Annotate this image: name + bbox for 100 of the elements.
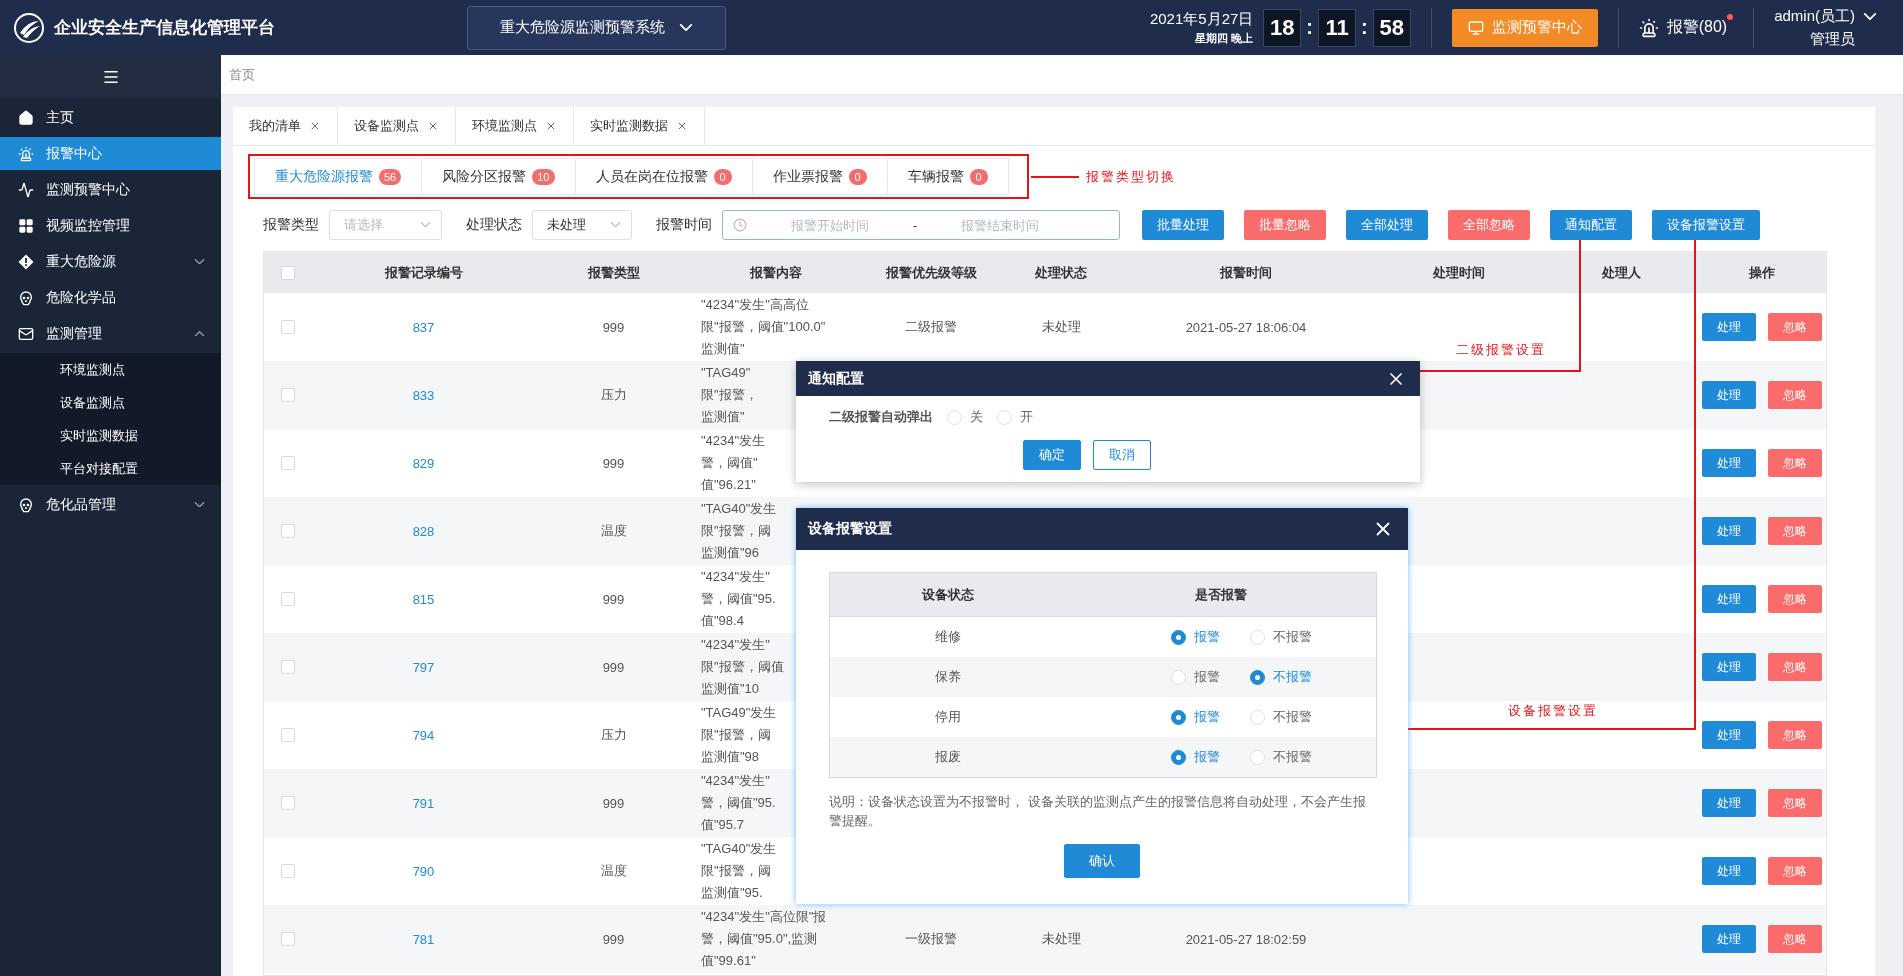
radio[interactable] — [1170, 709, 1186, 725]
ignore-button[interactable]: 忽略 — [1768, 585, 1822, 613]
handle-button[interactable]: 处理 — [1702, 381, 1756, 409]
page-tab[interactable]: 环境监测点 — [456, 107, 574, 145]
alarm-type-tab[interactable]: 风险分区报警 10 — [421, 158, 576, 195]
radio-option[interactable]: 报警 — [1170, 628, 1220, 646]
checkbox[interactable] — [280, 456, 295, 470]
field-label: 二级报警自动弹出 — [829, 408, 933, 426]
system-select[interactable]: 重大危险源监测预警系统 — [467, 5, 726, 50]
start-date-input[interactable]: 报警开始时间 — [755, 216, 905, 234]
radio-option[interactable]: 报警 — [1170, 708, 1220, 726]
sidebar-subitem[interactable]: 实时监测数据 — [0, 419, 221, 452]
checkbox[interactable] — [280, 592, 295, 606]
handle-button[interactable]: 处理 — [1702, 517, 1756, 545]
checkbox[interactable] — [280, 932, 295, 946]
record-link[interactable]: 829 — [412, 455, 435, 471]
record-link[interactable]: 837 — [412, 319, 435, 335]
confirm-button[interactable]: 确认 — [1064, 844, 1140, 878]
radio-option[interactable]: 开 — [997, 408, 1033, 426]
record-link[interactable]: 790 — [412, 863, 435, 879]
action-button[interactable]: 全部处理 — [1346, 210, 1428, 240]
record-link[interactable]: 828 — [412, 523, 435, 539]
sidebar-item[interactable]: 监测管理 — [0, 317, 221, 350]
radio-option[interactable]: 关 — [947, 408, 983, 426]
radio-option[interactable]: 不报警 — [1249, 708, 1312, 726]
page-tab[interactable]: 设备监测点 — [338, 107, 456, 145]
handle-button[interactable]: 处理 — [1702, 857, 1756, 885]
ignore-button[interactable]: 忽略 — [1768, 313, 1822, 341]
confirm-button[interactable]: 确定 — [1023, 440, 1081, 470]
select-field[interactable]: 未处理 — [532, 210, 632, 240]
action-button[interactable]: 全部忽略 — [1448, 210, 1530, 240]
radio-option[interactable]: 报警 — [1170, 748, 1220, 766]
checkbox[interactable] — [280, 660, 295, 674]
radio[interactable] — [1170, 629, 1186, 645]
sidebar-subitem[interactable]: 环境监测点 — [0, 353, 221, 386]
ignore-button[interactable]: 忽略 — [1768, 517, 1822, 545]
checkbox[interactable] — [280, 265, 295, 280]
handle-button[interactable]: 处理 — [1702, 449, 1756, 477]
sidebar-subitem[interactable]: 设备监测点 — [0, 386, 221, 419]
ignore-button[interactable]: 忽略 — [1768, 789, 1822, 817]
alarm-type-tab[interactable]: 车辆报警 0 — [886, 158, 1009, 195]
handle-button[interactable]: 处理 — [1702, 585, 1756, 613]
handle-button[interactable]: 处理 — [1702, 313, 1756, 341]
radio-option[interactable]: 不报警 — [1249, 628, 1312, 646]
record-link[interactable]: 815 — [412, 591, 435, 607]
alarm-type-tab[interactable]: 人员在岗在位报警 0 — [574, 158, 753, 195]
record-link[interactable]: 791 — [412, 795, 435, 811]
checkbox[interactable] — [280, 320, 295, 334]
radio-option[interactable]: 不报警 — [1249, 668, 1312, 686]
chevron-icon[interactable] — [1863, 12, 1877, 20]
alarm-type-tab[interactable]: 作业票报警 0 — [751, 158, 888, 195]
radio[interactable] — [1170, 749, 1186, 765]
record-link[interactable]: 794 — [412, 727, 435, 743]
handle-button[interactable]: 处理 — [1702, 653, 1756, 681]
checkbox[interactable] — [280, 524, 295, 538]
record-link[interactable]: 833 — [412, 387, 435, 403]
ignore-button[interactable]: 忽略 — [1768, 925, 1822, 953]
ignore-button[interactable]: 忽略 — [1768, 449, 1822, 477]
action-button[interactable]: 通知配置 — [1550, 210, 1632, 240]
action-button[interactable]: 批量忽略 — [1244, 210, 1326, 240]
checkbox[interactable] — [280, 388, 295, 402]
sidebar-item[interactable]: 危化品管理 — [0, 488, 221, 521]
action-button[interactable]: 设备报警设置 — [1652, 210, 1760, 240]
page-tab[interactable]: 实时监测数据 — [574, 107, 705, 145]
select-field[interactable]: 请选择 — [329, 210, 442, 240]
checkbox[interactable] — [280, 864, 295, 878]
radio[interactable] — [1249, 669, 1265, 685]
handle-button[interactable]: 处理 — [1702, 721, 1756, 749]
sidebar-item[interactable]: 视频监控管理 — [0, 209, 221, 242]
sidebar-item[interactable]: 监测预警中心 — [0, 173, 221, 206]
handle-button[interactable]: 处理 — [1702, 925, 1756, 953]
monitor-center-button[interactable]: 监测预警中心 — [1451, 8, 1598, 47]
annotation-label: 报警类型切换 — [1086, 168, 1176, 186]
sidebar-item[interactable]: 重大危险源 — [0, 245, 221, 278]
checkbox[interactable] — [280, 796, 295, 810]
breadcrumb-link[interactable]: 首页 — [229, 65, 255, 84]
handle-button[interactable]: 处理 — [1702, 789, 1756, 817]
home-icon — [18, 109, 34, 126]
record-link[interactable]: 797 — [412, 659, 435, 675]
sidebar-item[interactable]: 危险化学品 — [0, 281, 221, 314]
cancel-button[interactable]: 取消 — [1093, 440, 1151, 470]
alarm-link[interactable]: 报警(80) — [1666, 17, 1734, 38]
ignore-button[interactable]: 忽略 — [1768, 381, 1822, 409]
ignore-button[interactable]: 忽略 — [1768, 857, 1822, 885]
ignore-button[interactable]: 忽略 — [1768, 653, 1822, 681]
sidebar-item[interactable]: 报警中心 — [0, 137, 221, 170]
table-cell-text: "4234"发生"高位限"报 警，阈值"95.0",监测 值"99.61" — [700, 908, 827, 970]
radio-option[interactable]: 不报警 — [1249, 748, 1312, 766]
checkbox[interactable] — [280, 728, 295, 742]
end-date-input[interactable]: 报警结束时间 — [925, 216, 1076, 234]
radio-option[interactable]: 报警 — [1170, 668, 1220, 686]
alarm-type-tab[interactable]: 重大危险源报警 56 — [254, 158, 423, 195]
siren-icon[interactable] — [1638, 17, 1659, 38]
ignore-button[interactable]: 忽略 — [1768, 721, 1822, 749]
date-range-field[interactable]: 报警开始时间 - 报警结束时间 — [722, 210, 1120, 240]
sidebar-subitem[interactable]: 平台对接配置 — [0, 452, 221, 485]
page-tab[interactable]: 我的清单 — [233, 107, 338, 145]
action-button[interactable]: 批量处理 — [1142, 210, 1224, 240]
record-link[interactable]: 781 — [412, 931, 435, 947]
sidebar-item[interactable]: 主页 — [0, 101, 221, 134]
